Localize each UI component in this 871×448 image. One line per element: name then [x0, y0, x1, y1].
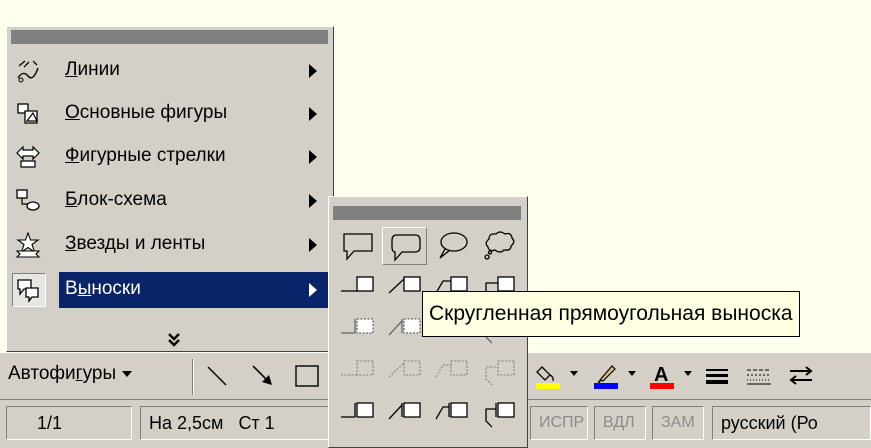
arrow-tool-icon[interactable]: [248, 361, 278, 391]
line-tool-icon[interactable]: [202, 361, 232, 391]
line-color-icon[interactable]: [592, 361, 622, 391]
status-position: На 2,5см Ст 1: [140, 406, 330, 440]
menu-item-label: Выноски: [65, 278, 141, 299]
arrow-style-icon[interactable]: [786, 361, 816, 391]
rounded-rectangular-callout-icon[interactable]: [382, 227, 427, 265]
menu-item-block-arrows[interactable]: Фигурные стрелки: [9, 137, 331, 177]
oval-callout-icon[interactable]: [429, 227, 474, 265]
status-extend-indicator[interactable]: ВДЛ: [594, 406, 646, 440]
fill-color-icon[interactable]: [534, 361, 564, 391]
line-style-icon[interactable]: [702, 361, 732, 391]
autoshapes-button[interactable]: Автофигуры: [8, 363, 133, 391]
svg-text:A: A: [654, 364, 668, 386]
rectangular-callout-icon[interactable]: [335, 227, 380, 265]
menu-item-label: Линии: [65, 59, 120, 80]
flowchart-icon: [15, 188, 41, 214]
fill-color-dropdown-arrow-icon[interactable]: [570, 371, 578, 376]
submenu-arrow-icon: [309, 194, 317, 208]
line-color-dropdown-arrow-icon[interactable]: [628, 371, 636, 376]
cloud-callout-icon[interactable]: [476, 227, 521, 265]
submenu-arrow-icon: [309, 238, 317, 252]
tooltip: Скругленная прямоугольная выноска: [422, 291, 800, 337]
line-callout-3-border-accent-icon[interactable]: [429, 395, 474, 433]
stars-banners-icon: [15, 231, 41, 258]
line-callout-4-no-border-icon[interactable]: [476, 353, 521, 391]
font-color-icon[interactable]: A: [648, 361, 678, 391]
status-rec-indicator[interactable]: ИСПР: [530, 406, 588, 440]
submenu-arrow-icon: [309, 107, 317, 121]
status-language[interactable]: русский (Ро: [712, 406, 871, 440]
submenu-arrow-icon: [309, 283, 317, 297]
block-arrows-icon: [15, 144, 41, 170]
menu-item-basic-shapes[interactable]: Основные фигуры: [9, 94, 331, 134]
menu-drag-handle[interactable]: [11, 30, 328, 44]
submenu-drag-handle[interactable]: [333, 206, 521, 220]
fill-color-swatch: [536, 383, 560, 389]
line-callout-4-border-accent-icon[interactable]: [476, 395, 521, 433]
menu-item-label: Блок-схема: [65, 189, 167, 210]
dash-style-icon[interactable]: [744, 361, 774, 391]
rectangle-tool-icon[interactable]: [292, 361, 322, 391]
expand-menu-chevron-icon[interactable]: [167, 332, 181, 350]
status-page: 1/1: [6, 406, 132, 440]
line-callout-2-accent-bar-icon[interactable]: [382, 311, 427, 349]
line-callout-1-no-border-icon[interactable]: [335, 353, 380, 391]
submenu-arrow-icon: [309, 150, 317, 164]
line-callout-2-no-border-icon[interactable]: [382, 353, 427, 391]
line-callout-1-accent-bar-icon[interactable]: [335, 311, 380, 349]
line-callout-3-no-border-icon[interactable]: [429, 353, 474, 391]
menu-item-flowchart[interactable]: Блок-схема: [9, 181, 331, 221]
autoshapes-menu: Линии Основные фигуры Фигурные стрелки Б…: [6, 26, 334, 352]
callouts-icon: [15, 277, 41, 303]
menu-item-stars-banners[interactable]: Звезды и ленты: [9, 225, 331, 265]
line-callout-2-icon[interactable]: [382, 269, 427, 307]
menu-item-label: Фигурные стрелки: [65, 145, 226, 166]
line-callout-1-border-accent-icon[interactable]: [335, 395, 380, 433]
line-color-swatch: [594, 383, 618, 389]
menu-item-lines[interactable]: Линии: [9, 51, 331, 91]
line-callout-1-icon[interactable]: [335, 269, 380, 307]
basic-shapes-icon: [15, 101, 41, 127]
lines-icon: [15, 58, 41, 84]
font-color-dropdown-arrow-icon[interactable]: [684, 371, 692, 376]
submenu-arrow-icon: [309, 64, 317, 78]
dropdown-arrow-icon: [122, 371, 133, 377]
toolbar-separator: [192, 359, 194, 395]
font-color-swatch: [650, 383, 674, 389]
line-callout-2-border-accent-icon[interactable]: [382, 395, 427, 433]
menu-item-callouts[interactable]: Выноски: [9, 270, 331, 310]
menu-item-label: Основные фигуры: [65, 102, 228, 123]
menu-item-label: Звезды и ленты: [65, 233, 206, 254]
status-overtype-indicator[interactable]: ЗАМ: [652, 406, 704, 440]
